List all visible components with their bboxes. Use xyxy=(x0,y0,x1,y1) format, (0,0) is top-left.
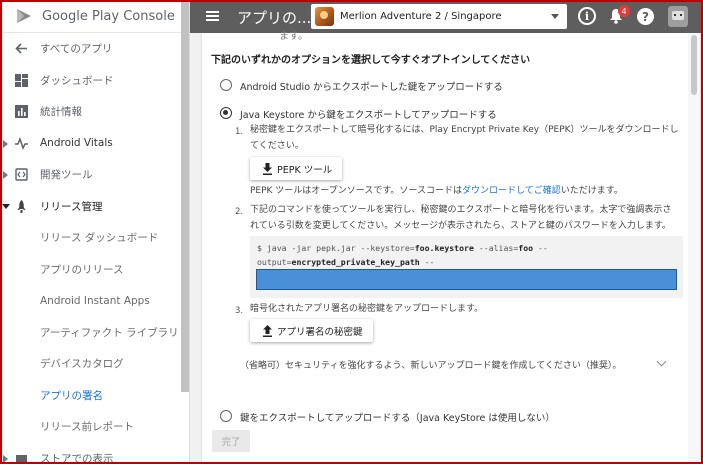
sidebar-item-dev-tools[interactable]: 開発ツール xyxy=(0,159,189,191)
sidebar-item-android-vitals[interactable]: Android Vitals xyxy=(0,128,189,160)
step-3-text: 暗号化されたアプリ署名の秘密鍵をアップロードします。 xyxy=(250,304,484,314)
app-name: Merlion Adventure 2 / Singapore xyxy=(340,11,502,22)
sidebar-item-label: すべてのアプリ xyxy=(40,43,113,56)
sidebar-item-dashboard[interactable]: ダッシュボード xyxy=(0,65,189,97)
notification-badge: 4 xyxy=(618,5,630,17)
section-heading: 下記のいずれかのオプションを選択して今すぐオプトインしてください xyxy=(211,55,531,66)
sidebar-item-stats[interactable]: 統計情報 xyxy=(0,96,189,128)
sidebar-item-label: 統計情報 xyxy=(40,106,82,119)
main-content: ます。 下記のいずれかのオプションを選択して今すぐオプトインしてください And… xyxy=(190,31,703,464)
expand-arrow-icon[interactable] xyxy=(3,454,8,463)
sidebar-item-label: 開発ツール xyxy=(40,169,93,182)
sidebar-item-label: Android Vitals xyxy=(40,137,113,150)
dev-tools-icon xyxy=(15,168,28,181)
step-1-number: 1. xyxy=(235,127,244,137)
sidebar-item-pre-launch-report[interactable]: リリース前レポート xyxy=(0,411,189,443)
command-code-block[interactable]: $ java -jar pepk.jar --keystore=foo.keys… xyxy=(250,236,683,298)
sidebar-item-artifact-library[interactable]: アーティファクト ライブラリ xyxy=(0,317,189,349)
app-selector[interactable]: Merlion Adventure 2 / Singapore xyxy=(311,4,567,29)
expand-arrow-icon[interactable] xyxy=(3,139,8,148)
sidebar-item-app-signing[interactable]: アプリの署名 xyxy=(0,380,189,412)
step-3-number: 3. xyxy=(235,306,244,316)
page-title: アプリの... xyxy=(237,9,312,27)
help-icon[interactable]: ? xyxy=(637,8,654,25)
sidebar-scrollbar[interactable] xyxy=(181,0,189,392)
sidebar-item-instant-apps[interactable]: Android Instant Apps xyxy=(0,285,189,317)
sidebar-item-all-apps[interactable]: すべてのアプリ xyxy=(0,33,189,65)
content-scrollbar[interactable] xyxy=(688,33,700,464)
back-arrow-icon xyxy=(15,43,27,54)
stats-icon xyxy=(15,105,28,118)
optional-upload-key-text[interactable]: （省略可）セキュリティを強化するよう、新しいアップロード鍵を作成してください（推… xyxy=(240,358,621,371)
upload-button-label: アプリ署名の秘密鍵 xyxy=(277,326,363,338)
step-2-number: 2. xyxy=(235,207,244,217)
signing-card: ます。 下記のいずれかのオプションを選択して今すぐオプトインしてください And… xyxy=(202,31,688,464)
sidebar-item-label: ダッシュボード xyxy=(40,74,114,87)
top-bar: アプリの... Merlion Adventure 2 / Singapore … xyxy=(190,0,703,33)
sidebar-item-device-catalog[interactable]: デバイスカタログ xyxy=(0,348,189,380)
option-android-studio-label: Android Studio からエクスポートした鍵をアップロードする xyxy=(240,82,503,93)
sidebar-item-label: アーティファクト ライブラリ xyxy=(40,326,179,339)
step-2-text: 下記のコマンドを使ってツールを実行し、秘密鍵のエクスポートと暗号化を行います。太… xyxy=(250,205,672,231)
chevron-down-icon xyxy=(551,14,559,19)
done-button[interactable]: 完了 xyxy=(212,430,250,452)
code-selection-highlight xyxy=(256,269,677,290)
brand[interactable]: Google Play Console xyxy=(0,0,189,33)
sidebar-item-label: アプリの署名 xyxy=(40,389,103,402)
cut-off-text: ます。 xyxy=(279,31,308,42)
expand-arrow-icon[interactable] xyxy=(3,171,8,179)
code-line-1: $ java -jar pepk.jar --keystore=foo.keys… xyxy=(257,243,548,253)
sidebar: Google Play Console すべてのアプリ ダッシュボード 統計情報… xyxy=(0,0,190,464)
play-console-logo-icon xyxy=(17,9,31,23)
sidebar-item-label: リリース ダッシュボード xyxy=(40,232,159,245)
sidebar-item-label: Android Instant Apps xyxy=(40,294,150,307)
sidebar-item-release-management[interactable]: リリース管理 xyxy=(0,191,189,223)
rocket-icon xyxy=(17,199,26,213)
radio-java-keystore[interactable] xyxy=(220,107,232,119)
pepk-note-suffix: いただけます。 xyxy=(560,186,623,196)
pepk-note: PEPK ツールはオープンソースです。ソースコードはダウンロードしてご確認いただ… xyxy=(250,183,623,199)
brand-name: Google Play Console xyxy=(42,8,175,24)
sidebar-item-release-dashboard[interactable]: リリース ダッシュボード xyxy=(0,222,189,254)
sidebar-item-label: アプリのリリース xyxy=(40,263,124,276)
upload-icon xyxy=(263,324,272,337)
vitals-icon xyxy=(15,136,28,150)
account-avatar[interactable] xyxy=(668,6,688,27)
sidebar-item-label: ストアでの表示 xyxy=(40,452,114,464)
sidebar-item-app-releases[interactable]: アプリのリリース xyxy=(0,254,189,286)
sidebar-item-store-presence[interactable]: ストアでの表示 xyxy=(0,443,189,464)
option-java-keystore-label: Java Keystore から鍵をエクスポートしてアップロードする xyxy=(240,110,497,121)
code-line-2: output=encrypted_private_key_path -- xyxy=(257,257,435,267)
app-thumbnail xyxy=(315,7,334,26)
sidebar-item-label: リリース管理 xyxy=(40,200,103,213)
option-export-without-keystore-label: 鍵をエクスポートしてアップロードする（Java KeyStore は使用しない） xyxy=(240,413,555,424)
download-source-link[interactable]: ダウンロードしてご確認 xyxy=(462,186,561,196)
dashboard-icon xyxy=(15,73,28,87)
menu-icon[interactable] xyxy=(206,11,219,21)
step-1-text: 秘密鍵をエクスポートして暗号化するには、Play Encrypt Private… xyxy=(250,125,679,151)
radio-export-without-keystore[interactable] xyxy=(220,410,232,422)
store-icon xyxy=(16,454,27,464)
pepk-tool-button-label: PEPK ツール xyxy=(277,164,333,176)
pepk-tool-button[interactable]: PEPK ツール xyxy=(250,157,343,180)
expand-chevron-icon[interactable] xyxy=(656,356,667,367)
info-icon[interactable]: i xyxy=(578,7,596,25)
radio-android-studio[interactable] xyxy=(220,79,232,91)
sidebar-item-label: デバイスカタログ xyxy=(40,358,124,371)
download-icon xyxy=(263,162,272,175)
sidebar-item-label: リリース前レポート xyxy=(40,421,134,434)
collapse-arrow-icon[interactable] xyxy=(2,203,10,209)
pepk-note-prefix: PEPK ツールはオープンソースです。ソースコードは xyxy=(250,186,462,196)
upload-private-key-button[interactable]: アプリ署名の秘密鍵 xyxy=(250,319,373,342)
